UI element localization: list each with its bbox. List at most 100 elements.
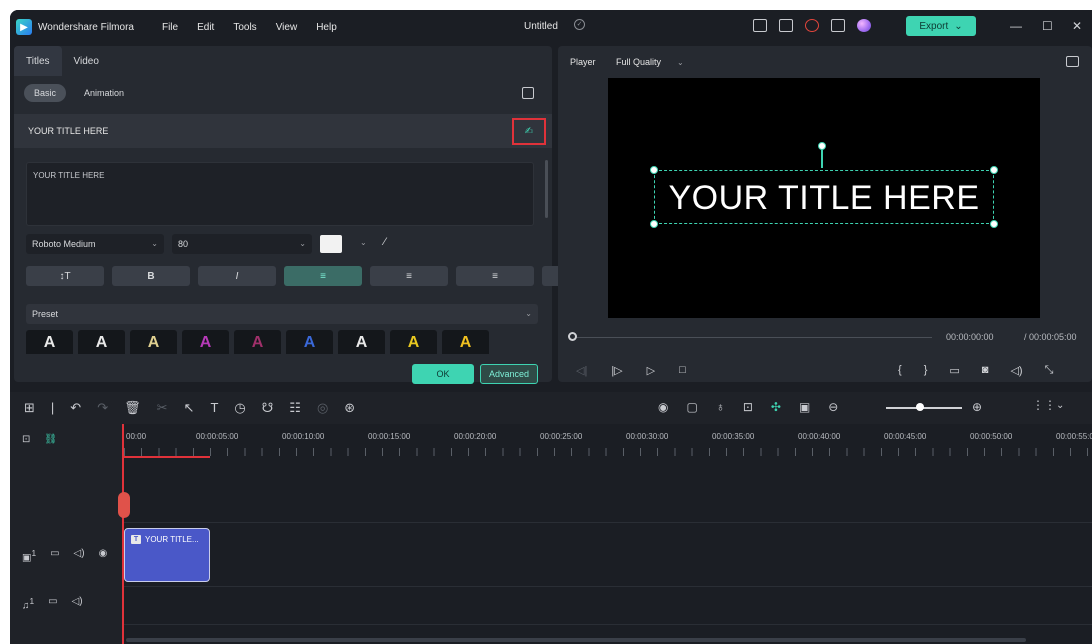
shield-icon[interactable]: ▢ — [686, 400, 697, 414]
preset-tile[interactable]: A — [182, 330, 229, 354]
maximize-icon[interactable]: ☐ — [1042, 19, 1053, 33]
grid-view-icon[interactable]: ⋮⋮ — [1032, 398, 1056, 412]
play-icon[interactable]: ▷ — [647, 364, 655, 377]
title-clip[interactable]: T YOUR TITLE... — [124, 528, 210, 582]
cloud-icon[interactable] — [805, 19, 819, 32]
preset-tile[interactable]: A — [390, 330, 437, 354]
preset-tile[interactable]: A — [338, 330, 385, 354]
subtab-animation[interactable]: Animation — [74, 84, 134, 102]
ai-copywriting-button[interactable]: ✍ — [512, 118, 546, 145]
rotate-handle[interactable] — [818, 142, 826, 150]
quality-select[interactable]: Full Quality ⌄ — [616, 57, 684, 67]
step-forward-icon[interactable]: |▷ — [611, 364, 622, 377]
audio-stretch-icon[interactable]: ⊛ — [344, 400, 355, 416]
subtab-basic[interactable]: Basic — [24, 84, 67, 102]
add-track-icon[interactable]: ⊡ — [22, 434, 30, 445]
cut-icon[interactable]: ✂ — [157, 400, 168, 416]
menu-file[interactable]: File — [162, 22, 178, 33]
close-icon[interactable]: ✕ — [1072, 19, 1082, 33]
mic-icon[interactable]: ♁ — [716, 400, 725, 414]
timer-icon[interactable]: ◷ — [234, 400, 245, 416]
eyedropper-icon[interactable]: ⁄ — [384, 236, 386, 248]
text-icon[interactable]: T — [210, 400, 218, 416]
folder-icon[interactable]: ▭ — [50, 548, 59, 563]
tab-titles[interactable]: Titles — [14, 46, 62, 76]
color-icon[interactable]: ◎ — [317, 400, 328, 416]
chevron-down-icon[interactable]: ⌄ — [360, 238, 367, 247]
save-preset-icon[interactable] — [522, 87, 534, 99]
folder-icon[interactable]: ▭ — [48, 596, 57, 611]
minimize-icon[interactable]: — — [1010, 19, 1022, 33]
link-icon[interactable]: ⛓ — [44, 434, 57, 445]
undo-icon[interactable]: ↶ — [70, 400, 81, 416]
zoom-slider[interactable] — [886, 407, 962, 409]
camera-icon[interactable]: ◙ — [982, 364, 989, 377]
playhead-marker[interactable] — [118, 492, 130, 518]
bold-button[interactable]: B — [112, 266, 190, 286]
preset-tile[interactable]: A — [26, 330, 73, 354]
preset-tile[interactable]: A — [78, 330, 125, 354]
subtitle-icon[interactable]: ▣ — [799, 400, 810, 414]
resize-handle-bl[interactable] — [650, 220, 658, 228]
stop-icon[interactable]: □ — [679, 364, 686, 377]
preset-tile[interactable]: A — [286, 330, 333, 354]
render-icon[interactable]: ◉ — [658, 400, 668, 414]
preset-tile[interactable]: A — [442, 330, 489, 354]
timeline-scrollbar[interactable] — [126, 638, 1026, 642]
layout-grid-icon[interactable]: ⊞ — [24, 400, 35, 416]
playback-progress-bar[interactable] — [576, 337, 932, 338]
delete-icon[interactable]: 🗑 — [124, 400, 141, 416]
resize-handle-br[interactable] — [990, 220, 998, 228]
display-icon[interactable]: ▭ — [949, 364, 959, 377]
preset-dropdown[interactable]: Preset ⌄ — [26, 304, 538, 324]
title-selection-box[interactable]: YOUR TITLE HERE — [654, 170, 994, 224]
resize-handle-tr[interactable] — [990, 166, 998, 174]
picture-icon[interactable] — [1066, 56, 1079, 67]
font-size-select[interactable]: 80 ⌄ — [172, 234, 312, 254]
gift-icon[interactable] — [831, 19, 845, 32]
align-right-button[interactable]: ≡ — [456, 266, 534, 286]
menu-edit[interactable]: Edit — [197, 22, 214, 33]
text-size-button[interactable]: ↕T — [26, 266, 104, 286]
align-center-button[interactable]: ≡ — [370, 266, 448, 286]
speaker-icon[interactable]: ◁) — [74, 548, 85, 563]
playhead[interactable] — [122, 424, 124, 644]
italic-button[interactable]: I — [198, 266, 276, 286]
title-text-input[interactable]: YOUR TITLE HERE — [26, 162, 534, 226]
menu-tools[interactable]: Tools — [233, 22, 256, 33]
step-back-icon[interactable]: ◁| — [576, 364, 587, 377]
snap-icon[interactable]: ✣ — [771, 400, 781, 414]
avatar-icon[interactable] — [857, 19, 871, 32]
title-layer-row[interactable]: YOUR TITLE HERE ✍ — [14, 114, 552, 148]
time-ruler[interactable]: 00:00 00:00:05:00 00:00:10:00 00:00:15:0… — [124, 424, 1092, 458]
mark-out-icon[interactable]: } — [924, 364, 928, 377]
volume-icon[interactable]: ◁) — [1010, 364, 1022, 377]
zoom-in-icon[interactable]: ⊕ — [972, 400, 982, 414]
font-family-select[interactable]: Roboto Medium ⌄ — [26, 234, 164, 254]
zoom-knob[interactable] — [916, 403, 924, 411]
zoom-out-icon[interactable]: ⊖ — [828, 400, 838, 414]
preset-tile[interactable]: A — [234, 330, 281, 354]
layout-icon[interactable] — [753, 19, 767, 32]
speaker-icon[interactable]: ◁) — [72, 596, 83, 611]
text-color-swatch[interactable] — [320, 235, 342, 253]
align-left-button[interactable]: ≡ — [284, 266, 362, 286]
progress-knob[interactable] — [568, 332, 577, 341]
menu-help[interactable]: Help — [316, 22, 337, 33]
select-icon[interactable]: ↖ — [184, 400, 195, 416]
redo-icon[interactable]: ↷ — [97, 400, 108, 416]
mark-in-icon[interactable]: { — [898, 364, 902, 377]
adjust-icon[interactable]: ☷ — [289, 400, 301, 416]
preview-screen[interactable]: YOUR TITLE HERE — [608, 78, 1040, 318]
panel-scrollbar[interactable] — [545, 160, 548, 218]
resize-handle-tl[interactable] — [650, 166, 658, 174]
preset-tile[interactable]: A — [130, 330, 177, 354]
export-button[interactable]: Export ⌄ — [906, 16, 976, 36]
speed-icon[interactable]: ☋ — [262, 400, 274, 416]
ok-button[interactable]: OK — [412, 364, 474, 384]
fullscreen-icon[interactable]: ⤡ — [1045, 364, 1054, 377]
chevron-down-icon[interactable]: ⌄ — [1056, 400, 1064, 411]
tab-video[interactable]: Video — [62, 46, 111, 76]
advanced-button[interactable]: Advanced — [480, 364, 538, 384]
menu-view[interactable]: View — [276, 22, 298, 33]
